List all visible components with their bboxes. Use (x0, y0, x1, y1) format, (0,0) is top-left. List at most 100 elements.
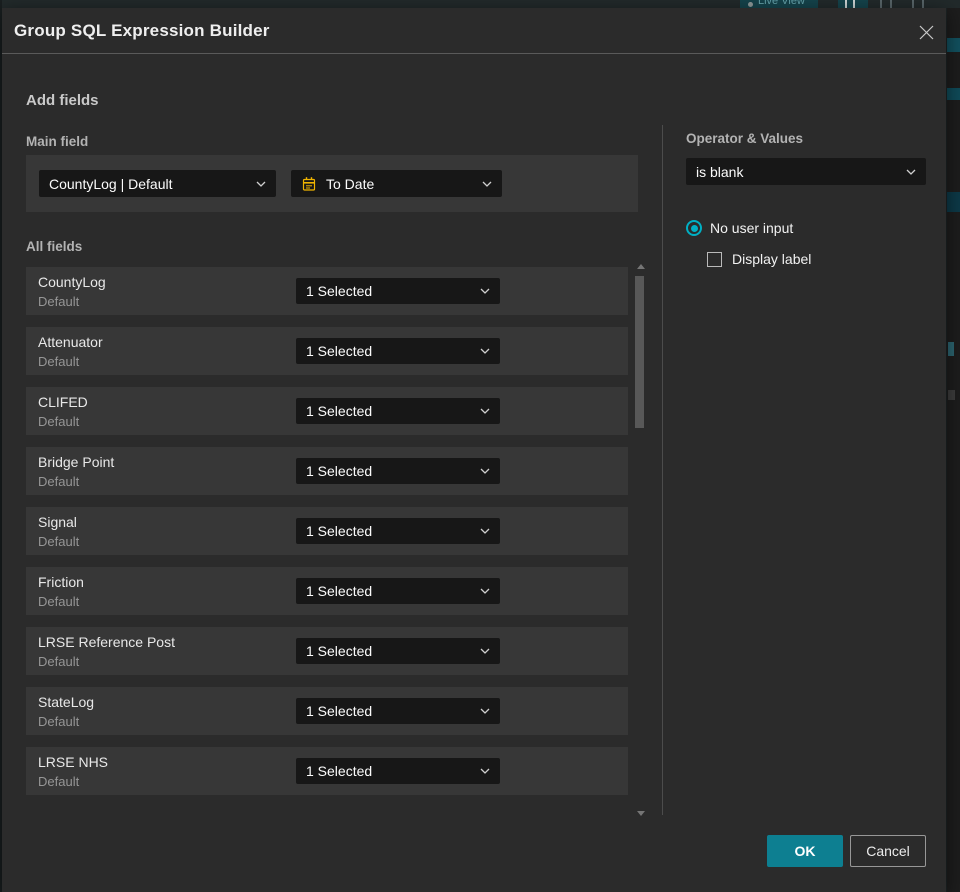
scrollbar-thumb[interactable] (635, 276, 644, 428)
chevron-down-icon (480, 288, 490, 294)
live-view-label: Live View (758, 0, 805, 7)
date-field-select-value: To Date (326, 175, 375, 192)
close-icon[interactable] (916, 22, 936, 42)
all-fields-label: All fields (26, 239, 83, 254)
field-row: Signal Default 1 Selected (26, 507, 628, 555)
chevron-down-icon (480, 468, 490, 474)
field-selected-dropdown[interactable]: 1 Selected (296, 698, 500, 724)
field-name: Signal (38, 514, 77, 530)
field-selected-value: 1 Selected (306, 523, 373, 539)
field-selected-value: 1 Selected (306, 703, 373, 719)
background-icon-fragment (845, 0, 847, 8)
field-selected-dropdown[interactable]: 1 Selected (296, 638, 500, 664)
background-icon-fragment (922, 0, 924, 8)
field-name: StateLog (38, 694, 95, 710)
main-field-select[interactable]: CountyLog | Default (39, 170, 276, 197)
field-row: Friction Default 1 Selected (26, 567, 628, 615)
background-icon-fragment (890, 0, 892, 8)
background-right-edge (947, 8, 960, 892)
main-field-select-value: CountyLog | Default (49, 175, 173, 192)
scroll-down-arrow-icon[interactable] (637, 811, 645, 816)
add-fields-heading: Add fields (26, 92, 99, 109)
chevron-down-icon (480, 588, 490, 594)
chevron-down-icon (256, 181, 266, 187)
field-subtitle: Default (38, 414, 80, 429)
field-selected-value: 1 Selected (306, 763, 373, 779)
chevron-down-icon (480, 648, 490, 654)
dialog-title: Group SQL Expression Builder (14, 21, 270, 40)
radio-label: No user input (710, 220, 794, 236)
radio-dot (690, 224, 698, 232)
scroll-up-arrow-icon[interactable] (637, 264, 645, 269)
chevron-down-icon (480, 528, 490, 534)
field-name: LRSE Reference Post (38, 634, 175, 650)
field-subtitle: Default (38, 594, 80, 609)
background-fragment (948, 390, 955, 400)
live-view-dot-icon (748, 2, 753, 7)
field-row: CLIFED Default 1 Selected (26, 387, 628, 435)
operator-select[interactable]: is blank (686, 158, 926, 185)
radio-icon (686, 220, 702, 236)
field-name: CLIFED (38, 394, 88, 410)
field-selected-dropdown[interactable]: 1 Selected (296, 518, 500, 544)
background-fragment (947, 88, 960, 100)
dialog-header: Group SQL Expression Builder (2, 8, 946, 54)
background-fragment (947, 192, 960, 212)
field-row: LRSE Reference Post Default 1 Selected (26, 627, 628, 675)
field-selected-dropdown[interactable]: 1 Selected (296, 458, 500, 484)
chevron-down-icon (906, 169, 916, 175)
cancel-button[interactable]: Cancel (850, 835, 926, 867)
field-selected-dropdown[interactable]: 1 Selected (296, 338, 500, 364)
chevron-down-icon (482, 181, 492, 187)
fields-scrollbar[interactable] (634, 262, 648, 818)
field-subtitle: Default (38, 474, 80, 489)
field-selected-dropdown[interactable]: 1 Selected (296, 398, 500, 424)
main-field-label: Main field (26, 134, 89, 149)
field-selected-dropdown[interactable]: 1 Selected (296, 578, 500, 604)
date-field-select[interactable]: To Date (291, 170, 502, 197)
calendar-icon (301, 176, 317, 192)
vertical-divider (662, 125, 663, 815)
background-app-top-strip: Live View (0, 0, 960, 8)
field-name: LRSE NHS (38, 754, 109, 770)
no-user-input-radio[interactable]: No user input (686, 220, 793, 236)
ok-button[interactable]: OK (767, 835, 843, 867)
operator-values-label: Operator & Values (686, 131, 804, 146)
background-fragment (947, 38, 960, 52)
group-sql-expression-builder-dialog: Group SQL Expression Builder Add fields … (2, 8, 946, 892)
field-selected-dropdown[interactable]: 1 Selected (296, 278, 500, 304)
field-name: Friction (38, 574, 84, 590)
field-name: CountyLog (38, 274, 106, 290)
field-subtitle: Default (38, 654, 80, 669)
chevron-down-icon (480, 708, 490, 714)
chevron-down-icon (480, 768, 490, 774)
checkbox-label: Display label (732, 251, 812, 267)
operator-select-value: is blank (696, 163, 744, 180)
field-row: CountyLog Default 1 Selected (26, 267, 628, 315)
background-fragment (948, 342, 954, 356)
background-icon-fragment (912, 0, 914, 8)
field-subtitle: Default (38, 534, 80, 549)
field-name: Attenuator (38, 334, 103, 350)
field-row: Attenuator Default 1 Selected (26, 327, 628, 375)
display-label-checkbox[interactable]: Display label (707, 251, 811, 267)
field-subtitle: Default (38, 714, 80, 729)
field-row: Bridge Point Default 1 Selected (26, 447, 628, 495)
field-selected-value: 1 Selected (306, 463, 373, 479)
field-row: LRSE NHS Default 1 Selected (26, 747, 628, 795)
chevron-down-icon (480, 408, 490, 414)
field-selected-value: 1 Selected (306, 643, 373, 659)
checkbox-icon (707, 251, 722, 267)
background-icon-fragment (853, 0, 855, 8)
field-row: StateLog Default 1 Selected (26, 687, 628, 735)
field-selected-dropdown[interactable]: 1 Selected (296, 758, 500, 784)
background-icon-fragment (880, 0, 882, 8)
field-subtitle: Default (38, 354, 80, 369)
field-name: Bridge Point (38, 454, 115, 470)
field-selected-value: 1 Selected (306, 403, 373, 419)
main-field-panel: CountyLog | Default To Date (26, 155, 638, 212)
chevron-down-icon (480, 348, 490, 354)
live-view-button[interactable]: Live View (740, 0, 818, 8)
all-fields-list: CountyLog Default 1 Selected Attenuator … (26, 267, 628, 807)
field-subtitle: Default (38, 774, 80, 789)
